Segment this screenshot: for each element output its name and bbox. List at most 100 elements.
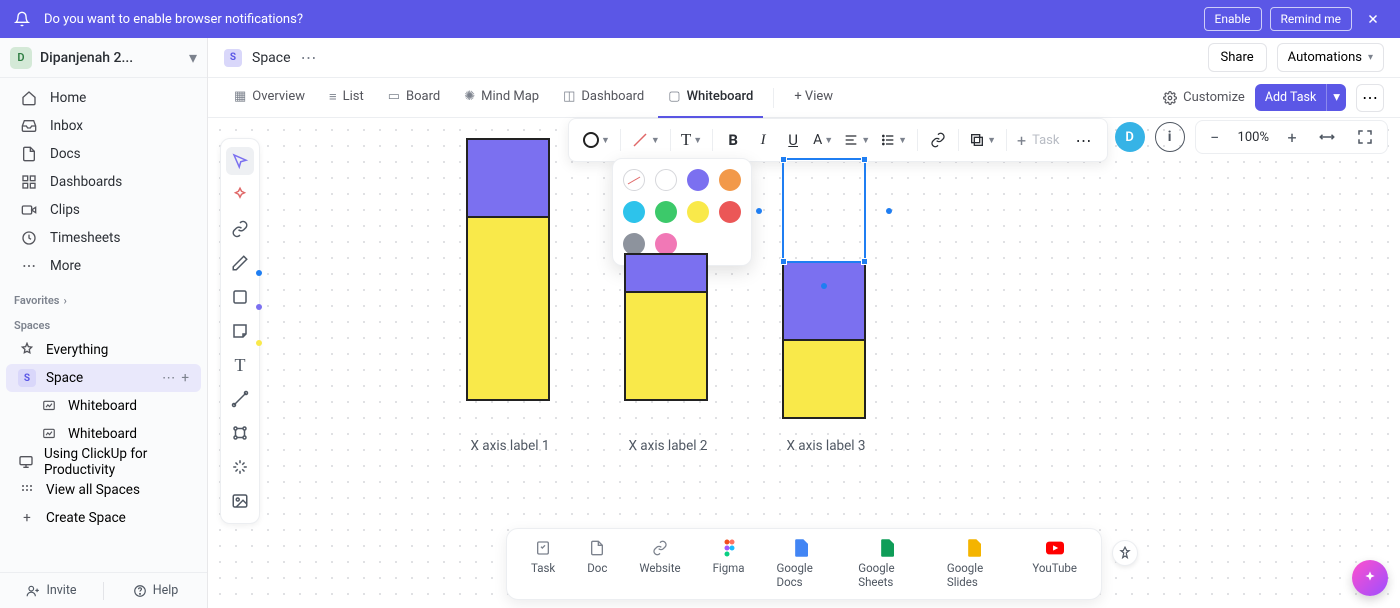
sidebar-item-home[interactable]: Home [6,84,201,112]
text-color-button[interactable]: A▼ [809,125,837,155]
help-button[interactable]: Help [104,583,207,598]
dock-youtube[interactable]: YouTube [1016,535,1093,593]
remind-me-button[interactable]: Remind me [1270,7,1352,31]
add-task-button[interactable]: Add Task [1255,84,1326,111]
color-yellow[interactable] [687,201,709,223]
fullscreen-button[interactable] [1353,125,1377,149]
info-button[interactable]: i [1155,122,1185,152]
sidebar-item-create-space[interactable]: + Create Space [6,504,201,532]
x-label-1[interactable]: X axis label 1 [460,438,560,454]
link-tool[interactable] [226,215,254,243]
dock-google-slides[interactable]: Google Slides [931,535,1016,593]
sidebar-item-everything[interactable]: Everything [6,336,201,364]
color-pink[interactable] [655,233,677,255]
bar-2[interactable] [624,253,708,401]
shape-tool[interactable] [226,283,254,311]
tab-overview[interactable]: ▦Overview [224,78,315,118]
sidebar-item-more[interactable]: More [6,252,201,280]
dock-google-sheets[interactable]: Google Sheets [842,535,931,593]
more-button[interactable]: ⋯ [1356,84,1384,112]
bar-2-yellow[interactable] [624,291,708,401]
select-tool[interactable] [226,147,254,175]
dock-task[interactable]: Task [515,535,571,593]
bar-2-purple[interactable] [624,253,708,293]
dock-google-docs[interactable]: Google Docs [761,535,843,593]
add-task-from-shape[interactable]: +Task [1013,125,1068,155]
dock-website[interactable]: Website [623,535,696,593]
dock-doc[interactable]: Doc [571,535,623,593]
user-avatar[interactable]: D [1115,122,1145,152]
italic-button[interactable]: I [749,125,777,155]
color-green[interactable] [655,201,677,223]
breadcrumb-space[interactable]: Space [252,50,291,66]
automations-button[interactable]: Automations ▾ [1277,43,1384,72]
share-button[interactable]: Share [1208,43,1267,72]
sidebar-item-whiteboard-1[interactable]: Whiteboard [6,392,201,420]
tab-add-view[interactable]: + View [784,78,843,118]
sidebar-item-docs[interactable]: Docs [6,140,201,168]
bold-button[interactable]: B [719,125,747,155]
image-tool[interactable] [226,487,254,515]
ai-fab[interactable] [1352,560,1388,596]
close-icon[interactable] [1360,6,1386,32]
sidebar-item-timesheets[interactable]: Timesheets [6,224,201,252]
sticky-tool[interactable] [226,317,254,345]
dock-figma[interactable]: Figma [697,535,761,593]
zoom-in-button[interactable]: + [1283,128,1301,147]
workspace-switcher[interactable]: D Dipanjenah 2... ▾ [0,38,207,78]
ai-tool[interactable] [226,181,254,209]
whiteboard-canvas[interactable]: T ▼ ▼ T▼ B I U A▼ ▼ ▼ [208,118,1400,608]
list-button[interactable]: ▼ [876,125,911,155]
color-none[interactable] [623,169,645,191]
color-cyan[interactable] [623,201,645,223]
add-task-dropdown[interactable]: ▾ [1326,84,1346,111]
pen-tool[interactable] [226,249,254,277]
sparkle-tool[interactable] [226,453,254,481]
border-color-button[interactable]: ▼ [627,125,664,155]
bar-1-yellow[interactable] [466,216,550,401]
fit-width-button[interactable] [1315,125,1339,149]
favorites-label[interactable]: Favorites › [0,286,207,311]
color-purple[interactable] [687,169,709,191]
sidebar-item-space[interactable]: S Space ⋯ + [6,364,201,392]
bar-3-top-selected[interactable] [782,158,866,263]
underline-button[interactable]: U [779,125,807,155]
tab-dashboard[interactable]: ◫Dashboard [553,78,654,118]
plus-icon[interactable]: + [181,370,189,386]
link-button[interactable] [924,125,952,155]
zoom-out-button[interactable]: − [1206,128,1224,147]
sidebar-item-dashboards[interactable]: Dashboards [6,168,201,196]
sidebar-item-whiteboard-2[interactable]: Whiteboard [6,420,201,448]
color-white[interactable] [655,169,677,191]
customize-button[interactable]: Customize [1163,90,1245,105]
more-options-button[interactable]: ⋯ [1069,125,1097,155]
bar-3-purple[interactable] [782,261,866,341]
zoom-value[interactable]: 100% [1238,130,1269,145]
template-tool[interactable] [226,419,254,447]
bar-3-yellow[interactable] [782,339,866,419]
sidebar-item-using-clickup[interactable]: Using ClickUp for Productivity [6,448,201,476]
color-gray[interactable] [623,233,645,255]
align-button[interactable]: ▼ [839,125,874,155]
bar-3[interactable] [782,158,866,419]
more-icon[interactable]: ⋯ [162,370,176,386]
layer-button[interactable]: ▼ [965,125,1000,155]
text-style-button[interactable]: T▼ [677,125,706,155]
tab-whiteboard[interactable]: ▢Whiteboard [658,78,763,118]
sidebar-item-clips[interactable]: Clips [6,196,201,224]
bar-1[interactable] [466,138,550,401]
enable-button[interactable]: Enable [1204,7,1262,31]
color-red[interactable] [719,201,741,223]
connector-tool[interactable] [226,385,254,413]
sidebar-item-inbox[interactable]: Inbox [6,112,201,140]
more-icon[interactable]: ⋯ [301,48,317,67]
x-label-2[interactable]: X axis label 2 [618,438,718,454]
x-label-3[interactable]: X axis label 3 [776,438,876,454]
invite-button[interactable]: Invite [0,583,103,598]
text-tool[interactable]: T [226,351,254,379]
fill-color-button[interactable]: ▼ [579,125,614,155]
tab-list[interactable]: ≡List [319,78,374,118]
tab-mind-map[interactable]: ✺Mind Map [454,78,549,118]
tab-board[interactable]: ▭Board [378,78,451,118]
bar-1-purple[interactable] [466,138,550,218]
